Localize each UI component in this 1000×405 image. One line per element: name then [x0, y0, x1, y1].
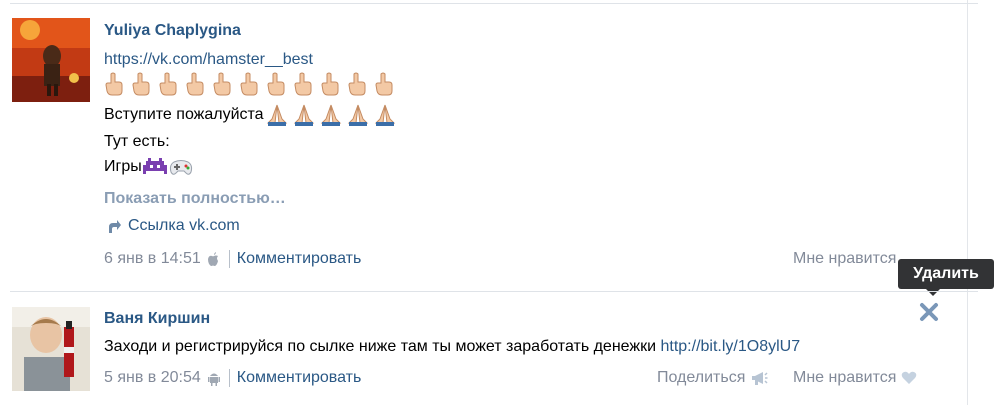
post-text-body: Заходи и регистрируйся по сылке ниже там…	[104, 338, 657, 355]
android-icon	[207, 373, 220, 386]
apple-icon	[207, 252, 218, 266]
post-line-games: Игры	[104, 154, 194, 179]
share-action[interactable]: Поделиться	[657, 367, 768, 389]
praying-hands-icon	[266, 104, 287, 126]
post-separator	[10, 291, 978, 292]
post-author-name[interactable]: Yuliya Chaplygina	[104, 22, 241, 40]
meta-divider	[228, 369, 230, 387]
hand-pointing-up-icon	[375, 72, 393, 96]
post-url-link[interactable]: https://vk.com/hamster__best	[104, 51, 313, 68]
share-label[interactable]: Поделиться	[657, 369, 745, 387]
feed-right-border	[967, 0, 968, 405]
hand-pointing-up-icon	[186, 72, 204, 96]
post-author-name[interactable]: Ваня Киршин	[104, 310, 210, 328]
attachment-label[interactable]: Ссылка vk.com	[128, 217, 240, 235]
comment-link[interactable]: Комментировать	[237, 369, 362, 387]
praying-hands-row	[265, 103, 397, 127]
hand-pointing-up-icon	[294, 72, 312, 96]
praying-hands-icon	[320, 104, 341, 126]
post-text-link[interactable]: http://bit.ly/1O8ylU7	[660, 338, 800, 355]
like-label[interactable]: Мне нравится	[793, 250, 896, 268]
delete-tooltip: Удалить	[898, 259, 994, 296]
hand-pointing-up-icon	[240, 72, 258, 96]
praying-hands-icon	[347, 104, 368, 126]
post-meta: 5 янв в 20:54 Комментировать	[104, 367, 361, 389]
hand-pointing-up-icon	[132, 72, 150, 96]
hand-pointing-up-icon	[105, 72, 123, 96]
post-link[interactable]: https://vk.com/hamster__best	[104, 47, 313, 72]
post-text-here: Тут есть:	[104, 133, 170, 150]
link-arrow-icon	[109, 220, 121, 233]
comment-link[interactable]: Комментировать	[237, 250, 362, 268]
hand-pointing-up-icon	[159, 72, 177, 96]
post-text: Заходи и регистрируйся по сылке ниже там…	[104, 334, 800, 359]
post-text-games: Игры	[104, 158, 142, 175]
post-line-join: Вступите пожалуйста	[104, 102, 397, 127]
heart-icon[interactable]	[901, 371, 917, 385]
hand-pointing-up-icon	[213, 72, 231, 96]
post-date[interactable]: 5 янв в 20:54	[104, 369, 201, 387]
close-icon[interactable]	[919, 302, 939, 322]
link-attachment[interactable]: Ссылка vk.com	[106, 217, 240, 235]
like-action-post-2[interactable]: Мне нравится	[793, 367, 917, 389]
avatar-yuliya[interactable]	[12, 18, 90, 102]
show-more-link[interactable]: Показать полностью…	[104, 190, 286, 208]
praying-hands-icon	[293, 104, 314, 126]
hand-pointing-up-icon	[267, 72, 285, 96]
like-label[interactable]: Мне нравится	[793, 369, 896, 387]
tooltip-text: Удалить	[913, 265, 979, 282]
megaphone-icon	[752, 372, 768, 385]
post-text-join: Вступите пожалуйста	[104, 106, 264, 123]
post-separator-top	[10, 3, 978, 4]
space-invader-icon	[142, 157, 167, 174]
post-meta: 6 янв в 14:51 Комментировать	[104, 248, 361, 270]
praying-hands-icon	[374, 104, 395, 126]
game-controller-icon	[169, 159, 192, 175]
hand-pointing-up-icon	[321, 72, 339, 96]
avatar-vanya[interactable]	[12, 307, 90, 391]
pointing-hands-row	[104, 72, 394, 96]
like-action-post-1[interactable]: Мне нравится	[793, 248, 896, 270]
meta-divider	[228, 250, 230, 268]
post-date[interactable]: 6 янв в 14:51	[104, 250, 201, 268]
hand-pointing-up-icon	[348, 72, 366, 96]
